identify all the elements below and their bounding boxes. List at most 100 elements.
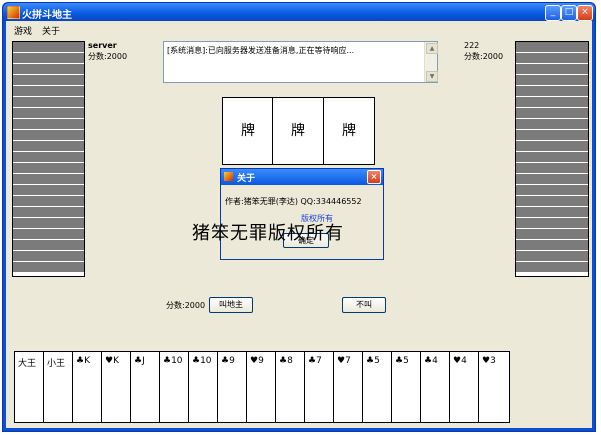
author-line: 作者:猪笨无罪(李达) QQ:334446552 xyxy=(225,197,362,206)
card-back xyxy=(13,108,84,119)
hand-card-label: ♣5 xyxy=(395,356,409,366)
title-bar[interactable]: 火拼斗地主 _ □ × xyxy=(3,3,595,21)
hand-card[interactable]: ♣7 xyxy=(304,351,336,423)
hand-card[interactable]: ♣10 xyxy=(159,351,191,423)
card-back xyxy=(516,207,588,218)
landlord-card: 牌 xyxy=(222,97,274,165)
landlord-card: 牌 xyxy=(272,97,324,165)
hand-card[interactable]: ♥K xyxy=(101,351,133,423)
my-score: 分数:2000 xyxy=(166,301,206,310)
maximize-button[interactable]: □ xyxy=(561,5,577,21)
card-back xyxy=(516,53,588,64)
game-board: 游戏 关于 server 分数:2000 222 分数:2000 [系统消息]:… xyxy=(6,21,592,428)
hand-card-label: ♣8 xyxy=(279,356,293,366)
card-back xyxy=(13,240,84,251)
close-button[interactable]: × xyxy=(577,5,593,21)
card-back xyxy=(516,141,588,152)
about-dialog-title: 关于 xyxy=(237,174,256,184)
card-back xyxy=(516,240,588,251)
card-back xyxy=(13,185,84,196)
card-back xyxy=(13,207,84,218)
window-title: 火拼斗地主 xyxy=(22,10,72,21)
right-player-score: 分数:2000 xyxy=(464,52,504,61)
card-back xyxy=(516,119,588,130)
left-player-name: server xyxy=(88,41,117,50)
right-opponent-hand xyxy=(515,41,589,277)
card-back xyxy=(516,97,588,108)
menu-about[interactable]: 关于 xyxy=(42,24,60,37)
card-back xyxy=(13,86,84,97)
card-back xyxy=(13,53,84,64)
scroll-up-arrow-icon[interactable]: ▲ xyxy=(426,43,438,54)
card-back xyxy=(13,163,84,174)
menu-bar: 游戏 关于 xyxy=(6,21,592,37)
card-back xyxy=(516,163,588,174)
dialog-app-icon xyxy=(224,172,233,181)
card-back xyxy=(516,218,588,229)
hand-card[interactable]: ♥7 xyxy=(333,351,365,423)
card-back xyxy=(516,196,588,207)
card-back xyxy=(13,229,84,240)
about-dialog-close-button[interactable]: × xyxy=(367,170,381,184)
card-back xyxy=(516,86,588,97)
card-back xyxy=(13,262,84,273)
pass-button[interactable]: 不叫 xyxy=(342,297,386,313)
card-back xyxy=(516,229,588,240)
landlord-card: 牌 xyxy=(323,97,375,165)
card-back xyxy=(13,251,84,262)
hand-card-label: ♣10 xyxy=(163,356,183,366)
system-message-text: [系统消息]:已向服务器发送准备消息,正在等待响应... xyxy=(167,46,355,55)
hand-card-label: ♥K xyxy=(105,356,119,366)
hand-card[interactable]: ♣4 xyxy=(420,351,452,423)
hand-card-label: ♥4 xyxy=(453,356,467,366)
card-back xyxy=(516,64,588,75)
hand-card[interactable]: ♣5 xyxy=(391,351,423,423)
card-back xyxy=(13,64,84,75)
scroll-down-arrow-icon[interactable]: ▼ xyxy=(426,71,438,82)
call-landlord-button[interactable]: 叫地主 xyxy=(209,297,253,313)
card-back xyxy=(13,42,84,53)
left-player-score: 分数:2000 xyxy=(88,52,128,61)
hand-card-label: 大王 xyxy=(18,359,37,369)
hand-card[interactable]: ♣9 xyxy=(217,351,249,423)
hand-card[interactable]: ♥3 xyxy=(478,351,510,423)
game-window: 火拼斗地主 _ □ × 游戏 关于 server 分数:2000 222 分数:… xyxy=(2,2,596,432)
message-scrollbar[interactable]: ▲ ▼ xyxy=(424,42,438,82)
hand-card[interactable]: ♥9 xyxy=(246,351,278,423)
card-back xyxy=(516,251,588,262)
about-dialog-title-bar[interactable]: 关于 × xyxy=(221,169,383,185)
hand-card-label: ♥9 xyxy=(250,356,264,366)
hand-card[interactable]: ♣8 xyxy=(275,351,307,423)
hand-card-label: ♣J xyxy=(134,356,145,366)
hand-card[interactable]: ♣J xyxy=(130,351,162,423)
hand-card[interactable]: ♣10 xyxy=(188,351,220,423)
hand-card-label: ♣7 xyxy=(308,356,322,366)
card-back xyxy=(516,130,588,141)
minimize-button[interactable]: _ xyxy=(545,5,561,21)
card-back xyxy=(13,196,84,207)
left-opponent-hand xyxy=(12,41,85,277)
hand-card-label: ♣10 xyxy=(192,356,212,366)
card-back xyxy=(13,75,84,86)
hand-card-label: ♣K xyxy=(76,356,90,366)
hand-card[interactable]: 大王 xyxy=(14,351,46,423)
card-back xyxy=(516,108,588,119)
card-back xyxy=(13,174,84,185)
card-back xyxy=(13,152,84,163)
card-back xyxy=(516,42,588,53)
hand-card[interactable]: ♥4 xyxy=(449,351,481,423)
card-back xyxy=(13,130,84,141)
hand-card[interactable]: 小王 xyxy=(43,351,75,423)
hand-card-label: ♥3 xyxy=(482,356,496,366)
card-back xyxy=(13,97,84,108)
hand-card[interactable]: ♣K xyxy=(72,351,104,423)
card-back xyxy=(516,152,588,163)
system-message-box[interactable]: [系统消息]:已向服务器发送准备消息,正在等待响应... ▲ ▼ xyxy=(163,41,438,83)
menu-game[interactable]: 游戏 xyxy=(14,24,32,37)
hand-card-label: ♣9 xyxy=(221,356,235,366)
hand-card[interactable]: ♣5 xyxy=(362,351,394,423)
hand-card-label: 小王 xyxy=(47,359,66,369)
card-back xyxy=(13,119,84,130)
about-dialog: 关于 × 作者:猪笨无罪(李达) QQ:334446552 版权所有 确定 xyxy=(220,168,384,260)
card-back xyxy=(516,174,588,185)
